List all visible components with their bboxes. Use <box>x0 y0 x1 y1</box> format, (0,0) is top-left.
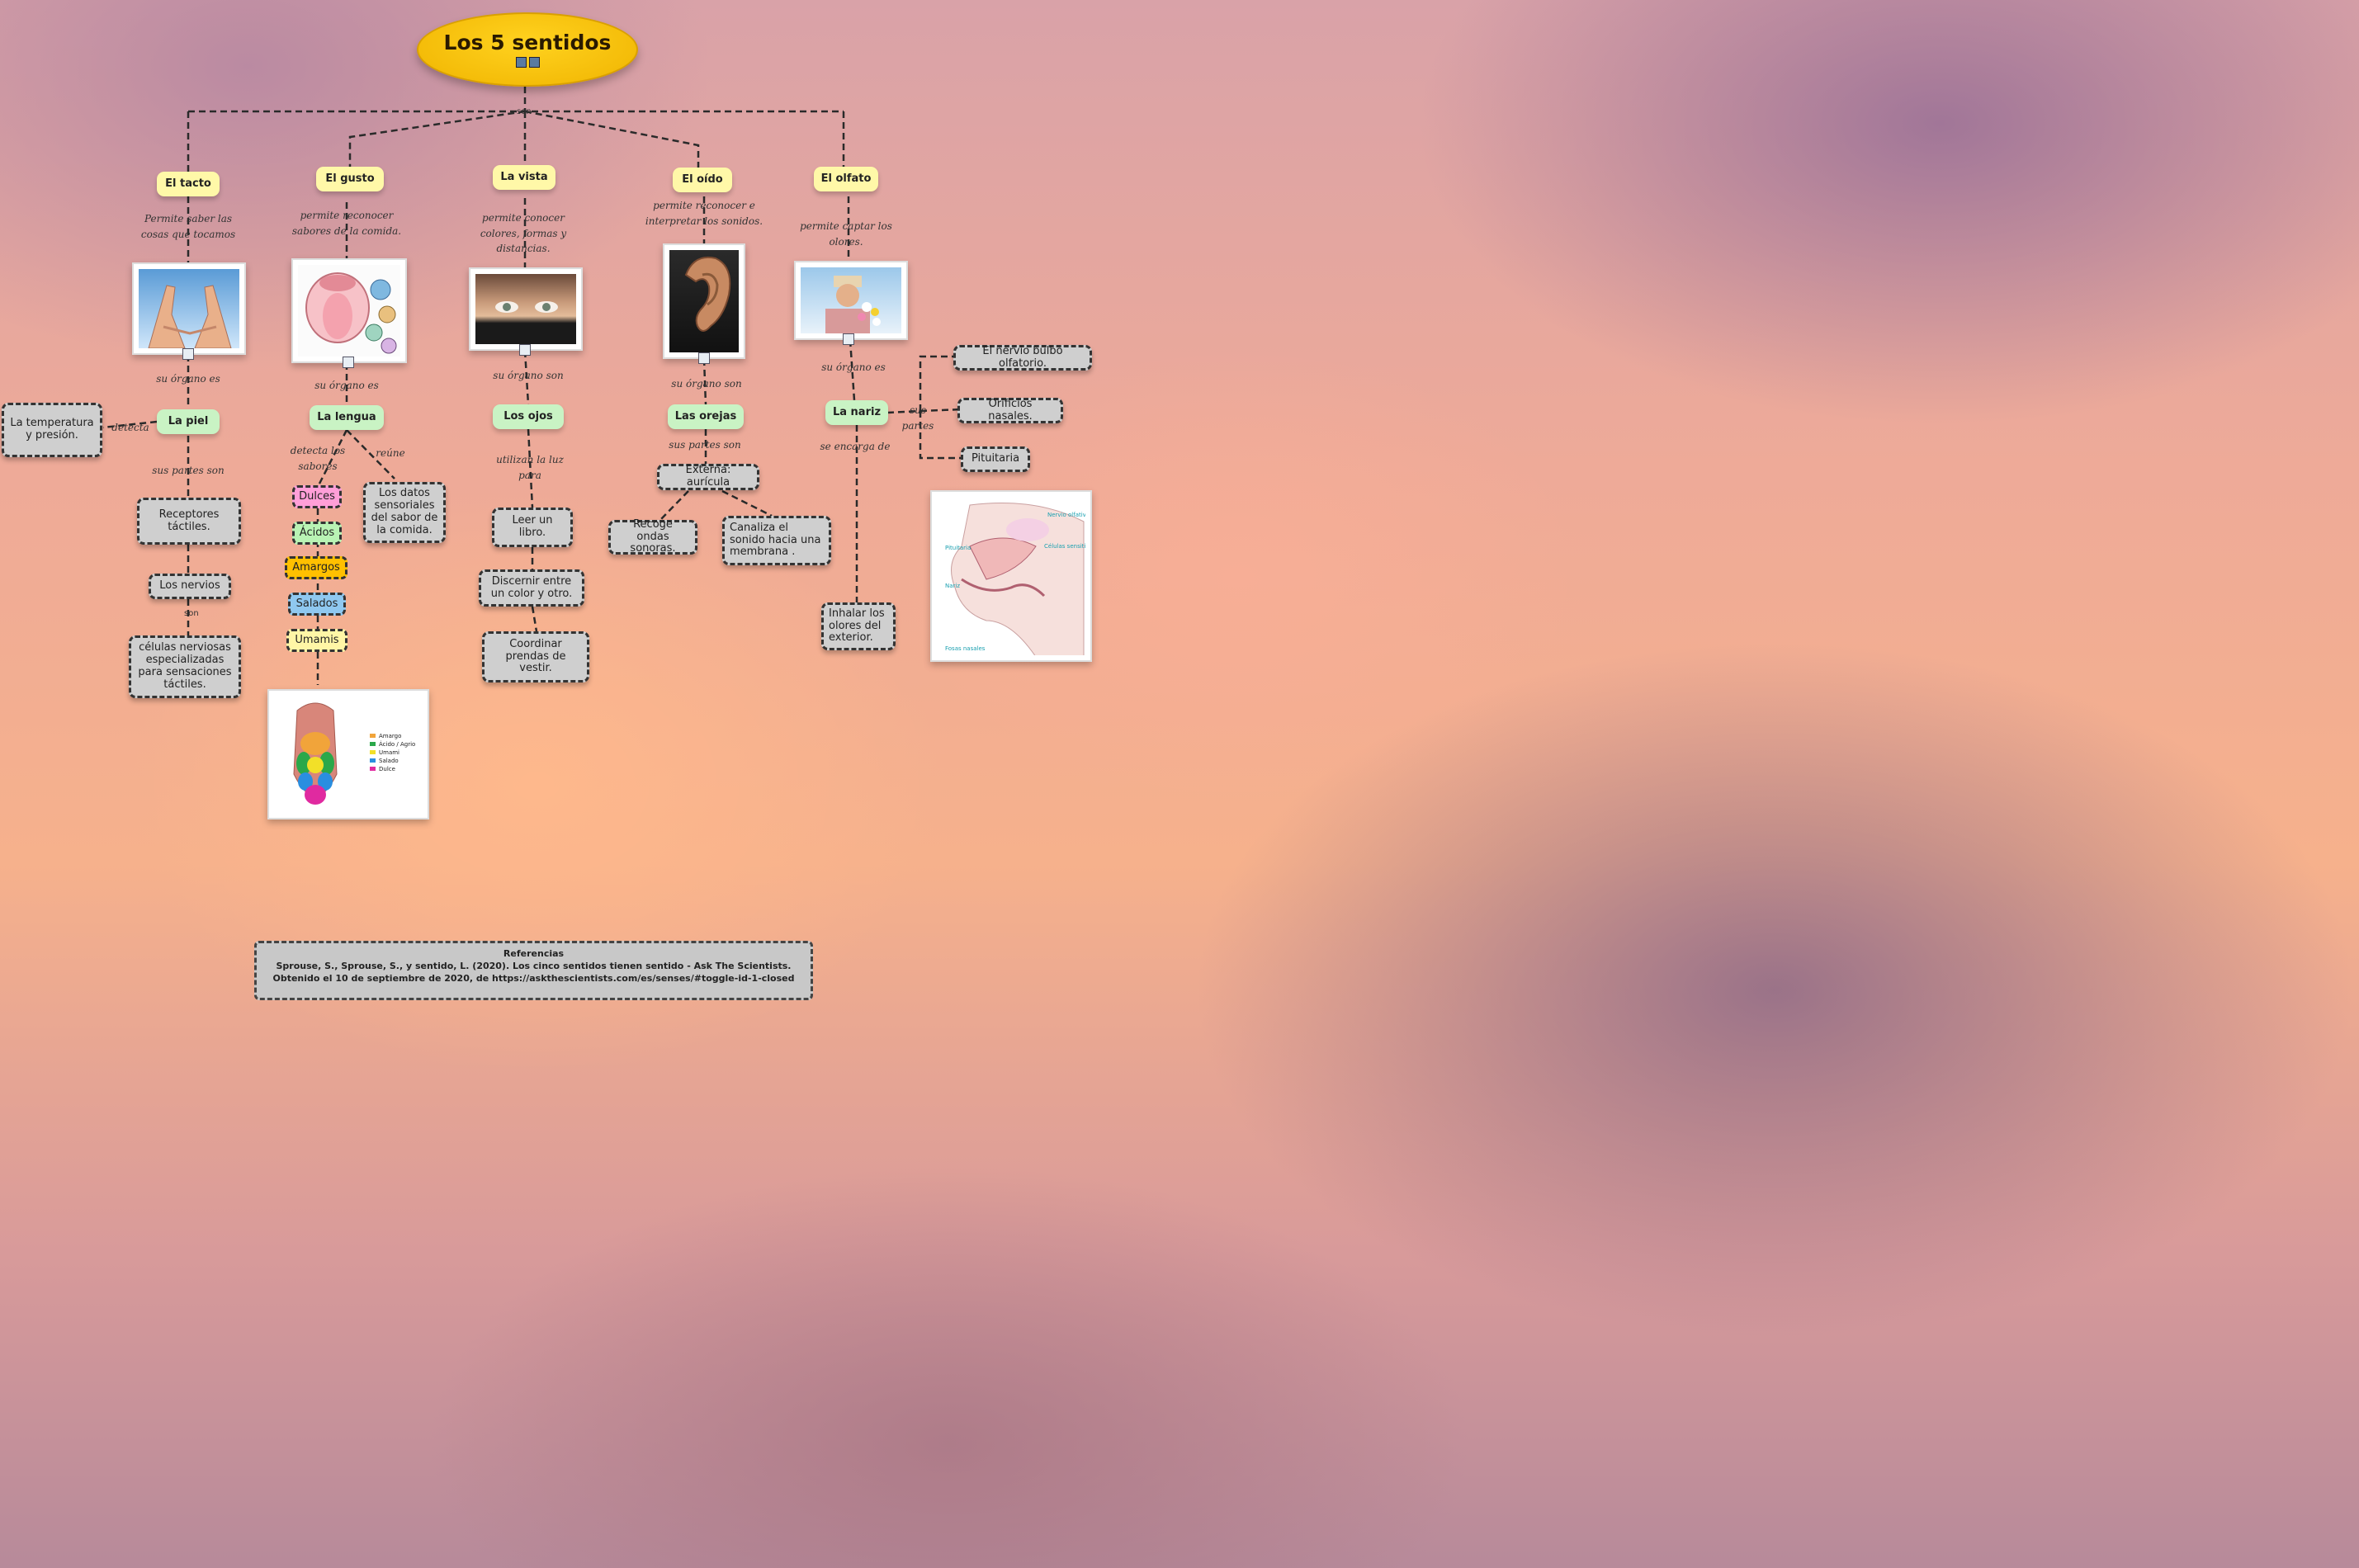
diagram-label-celulas: Células sensitivas <box>1044 543 1085 550</box>
organ-ojos[interactable]: Los ojos <box>493 404 564 429</box>
nervios-link-son: son <box>184 609 199 618</box>
flavor-salados[interactable]: Salados <box>288 593 346 616</box>
tacto-note-icon[interactable] <box>182 348 194 360</box>
piel-detects[interactable]: La temperatura y presión. <box>2 403 102 457</box>
flowers-illustration <box>825 276 881 333</box>
olfato-parts-link: sus partes <box>901 404 934 432</box>
gusto-gather-link: reúne <box>376 447 405 459</box>
sense-gusto[interactable]: El gusto <box>316 167 384 191</box>
sense-oido[interactable]: El oído <box>673 168 732 192</box>
nasal-anatomy-illustration: Nervio olfativo Pituitaria Células sensi… <box>945 503 1085 655</box>
ear-image[interactable] <box>663 243 745 359</box>
tongue-anatomy-image[interactable] <box>291 258 407 363</box>
vista-use-coordinar[interactable]: Coordinar prendas de vestir. <box>482 631 589 682</box>
oido-organ-link: su órgano son <box>671 378 742 390</box>
vista-use-discernir[interactable]: Discernir entre un color y otro. <box>479 569 584 607</box>
nervios-description[interactable]: células nerviosas especializadas para se… <box>129 635 241 698</box>
olfato-description: permite captar los olores. <box>800 220 892 248</box>
sense-vista[interactable]: La vista <box>493 165 555 190</box>
diagram-label-pituitaria: Pituitaria <box>945 545 971 551</box>
vista-description: permite conocer colores, formas y distan… <box>480 212 567 255</box>
vista-use-link: utilizan la luz para <box>496 454 564 481</box>
flavor-amargos[interactable]: Amargos <box>285 556 347 579</box>
flavor-dulces[interactable]: Dulces <box>292 485 342 508</box>
olfato-part-orificios[interactable]: Orificios nasales. <box>957 398 1063 423</box>
references-heading: Referencias <box>503 948 565 959</box>
oido-description: permite reconocer e interpretar los soni… <box>645 200 763 227</box>
smelling-flowers-image[interactable] <box>794 261 908 340</box>
olfato-part-pituitaria[interactable]: Pituitaria <box>961 446 1030 472</box>
map-title-text: Los 5 sentidos <box>443 31 612 55</box>
gusto-note-icon[interactable] <box>343 357 354 368</box>
references-text: Sprouse, S., Sprouse, S., y sentido, L. … <box>272 960 795 984</box>
legend-umami: Umami <box>379 749 399 756</box>
olfato-task-link: se encarga de <box>820 441 891 452</box>
flavor-umamis[interactable]: Umamis <box>286 629 347 652</box>
diagram-label-fosas: Fosas nasales <box>945 645 986 652</box>
references-box[interactable]: Referencias Sprouse, S., Sprouse, S., y … <box>254 941 813 1000</box>
flavor-acidos[interactable]: Ácidos <box>292 522 342 545</box>
nasal-anatomy-image[interactable]: Nervio olfativo Pituitaria Células sensi… <box>930 490 1092 662</box>
vista-note-icon[interactable] <box>519 344 531 356</box>
diagram-label-nervio: Nervio olfativo <box>1047 512 1085 518</box>
sense-tacto[interactable]: El tacto <box>157 172 220 196</box>
organ-nariz[interactable]: La nariz <box>825 400 888 425</box>
map-title[interactable]: Los 5 sentidos <box>417 12 638 87</box>
hands-illustration <box>148 285 232 348</box>
concept-map: Los 5 sentidos son El tacto Permite sabe… <box>0 0 2359 1568</box>
olfato-part-nervio[interactable]: El nervio bulbo olfatorio. <box>953 345 1092 371</box>
tacto-part-receptores[interactable]: Receptores táctiles. <box>137 498 241 545</box>
eyes-image[interactable] <box>469 267 583 351</box>
legend-dulce: Dulce <box>379 766 395 772</box>
organ-orejas[interactable]: Las orejas <box>668 404 744 429</box>
tongue-map-image[interactable]: Amargo Ácido / Agrio Umami Salado Dulce <box>267 689 429 819</box>
oido-parts-link: sus partes son <box>669 439 741 451</box>
olfato-note-icon[interactable] <box>843 333 854 345</box>
mouth-illustration <box>305 272 397 354</box>
tacto-part-nervios[interactable]: Los nervios <box>149 574 231 599</box>
hands-image[interactable] <box>132 262 246 355</box>
sense-olfato[interactable]: El olfato <box>814 167 878 191</box>
gusto-flavors-link: detecta los sabores <box>290 445 346 472</box>
gusto-organ-link: su órgano es <box>314 380 379 391</box>
diagram-label-nariz: Nariz <box>945 583 960 589</box>
oido-canaliza-sonido[interactable]: Canaliza el sonido hacia una membrana . <box>722 516 831 565</box>
tongue-map-illustration: Amargo Ácido / Agrio Umami Salado Dulce <box>293 702 415 805</box>
note-attachment-icon[interactable] <box>528 56 540 68</box>
legend-amargo: Amargo <box>379 733 401 739</box>
oido-part-externa[interactable]: Externa: aurícula <box>657 464 759 490</box>
organ-piel[interactable]: La piel <box>157 409 220 434</box>
legend-salado: Salado <box>379 758 399 764</box>
tacto-organ-link: su órgano es <box>156 373 220 385</box>
oido-note-icon[interactable] <box>698 352 710 364</box>
vista-use-leer[interactable]: Leer un libro. <box>492 508 573 547</box>
tacto-detect-link: detecta <box>111 422 149 433</box>
gusto-description: permite reconocer sabores de la comida. <box>291 210 402 237</box>
image-attachment-icon[interactable] <box>515 56 527 68</box>
tacto-parts-link: sus partes son <box>152 465 225 476</box>
ear-illustration <box>684 257 731 332</box>
olfato-organ-link: su órgano es <box>821 361 886 373</box>
lengua-datos-sensoriales[interactable]: Los datos sensoriales del sabor de la co… <box>363 482 446 543</box>
olfato-inhalar[interactable]: Inhalar los olores del exterior. <box>821 602 896 650</box>
organ-lengua[interactable]: La lengua <box>310 405 384 430</box>
legend-acido: Ácido / Agrio <box>379 740 415 748</box>
connector-label-son: son <box>517 107 532 116</box>
oido-recoge-ondas[interactable]: Recoge ondas sonoras. <box>608 518 697 555</box>
tacto-description: Permite saber las cosas que tocamos <box>140 213 236 240</box>
eyes-illustration <box>495 301 558 313</box>
attachment-icons <box>515 56 540 68</box>
vista-organ-link: su órgano son <box>493 370 564 381</box>
